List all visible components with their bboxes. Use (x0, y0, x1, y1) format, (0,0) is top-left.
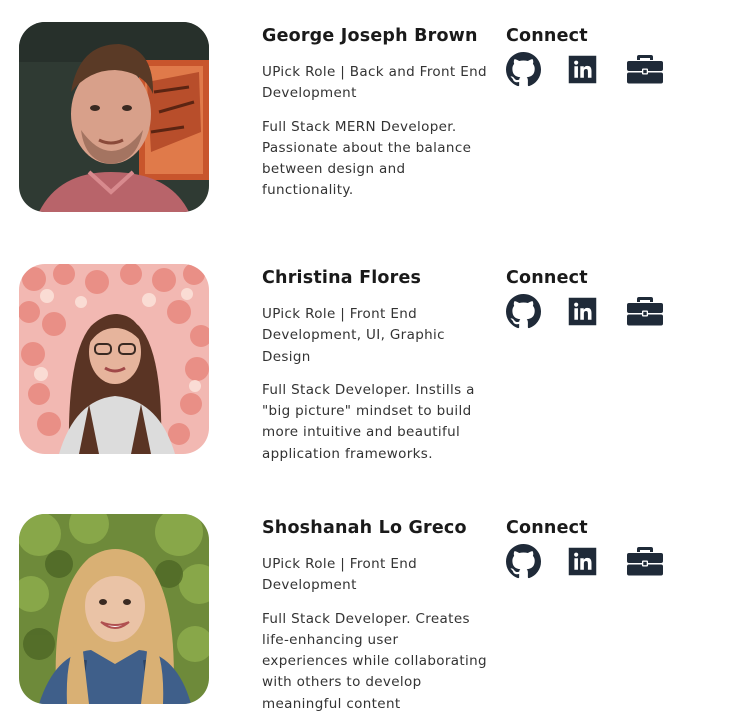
social-links (506, 52, 706, 92)
linkedin-icon[interactable] (566, 295, 599, 328)
member-info: Christina Flores UPick Role | Front End … (262, 266, 487, 465)
member-bio: Full Stack Developer. Creates life-enhan… (262, 610, 487, 712)
social-links (506, 294, 706, 334)
connect-title: Connect (506, 518, 588, 538)
linkedin-icon[interactable] (566, 545, 599, 578)
member-photo (19, 514, 209, 704)
connect-section: Connect (506, 24, 706, 87)
briefcase-icon[interactable] (626, 545, 664, 577)
github-icon[interactable] (506, 52, 541, 87)
briefcase-icon[interactable] (626, 295, 664, 327)
member-bio: Full Stack MERN Developer. Passionate ab… (262, 118, 472, 199)
member-name: George Joseph Brown (262, 26, 478, 46)
member-role: UPick Role | Front End Development (262, 556, 418, 594)
github-icon[interactable] (506, 544, 541, 579)
social-links (506, 544, 706, 584)
member-role: UPick Role | Back and Front End Developm… (262, 64, 487, 102)
github-icon[interactable] (506, 294, 541, 329)
connect-title: Connect (506, 268, 588, 288)
member-bio: Full Stack Developer. Instills a "big pi… (262, 381, 475, 462)
linkedin-icon[interactable] (566, 53, 599, 86)
member-info: George Joseph Brown UPick Role | Back an… (262, 24, 487, 202)
member-name: Shoshanah Lo Greco (262, 518, 467, 538)
briefcase-icon[interactable] (626, 53, 664, 85)
member-info: Shoshanah Lo Greco UPick Role | Front En… (262, 516, 487, 715)
member-photo (19, 22, 209, 212)
member-name: Christina Flores (262, 268, 422, 288)
connect-title: Connect (506, 26, 588, 46)
member-photo (19, 264, 209, 454)
connect-section: Connect (506, 266, 706, 329)
member-role: UPick Role | Front End Development, UI, … (262, 306, 445, 365)
connect-section: Connect (506, 516, 706, 579)
